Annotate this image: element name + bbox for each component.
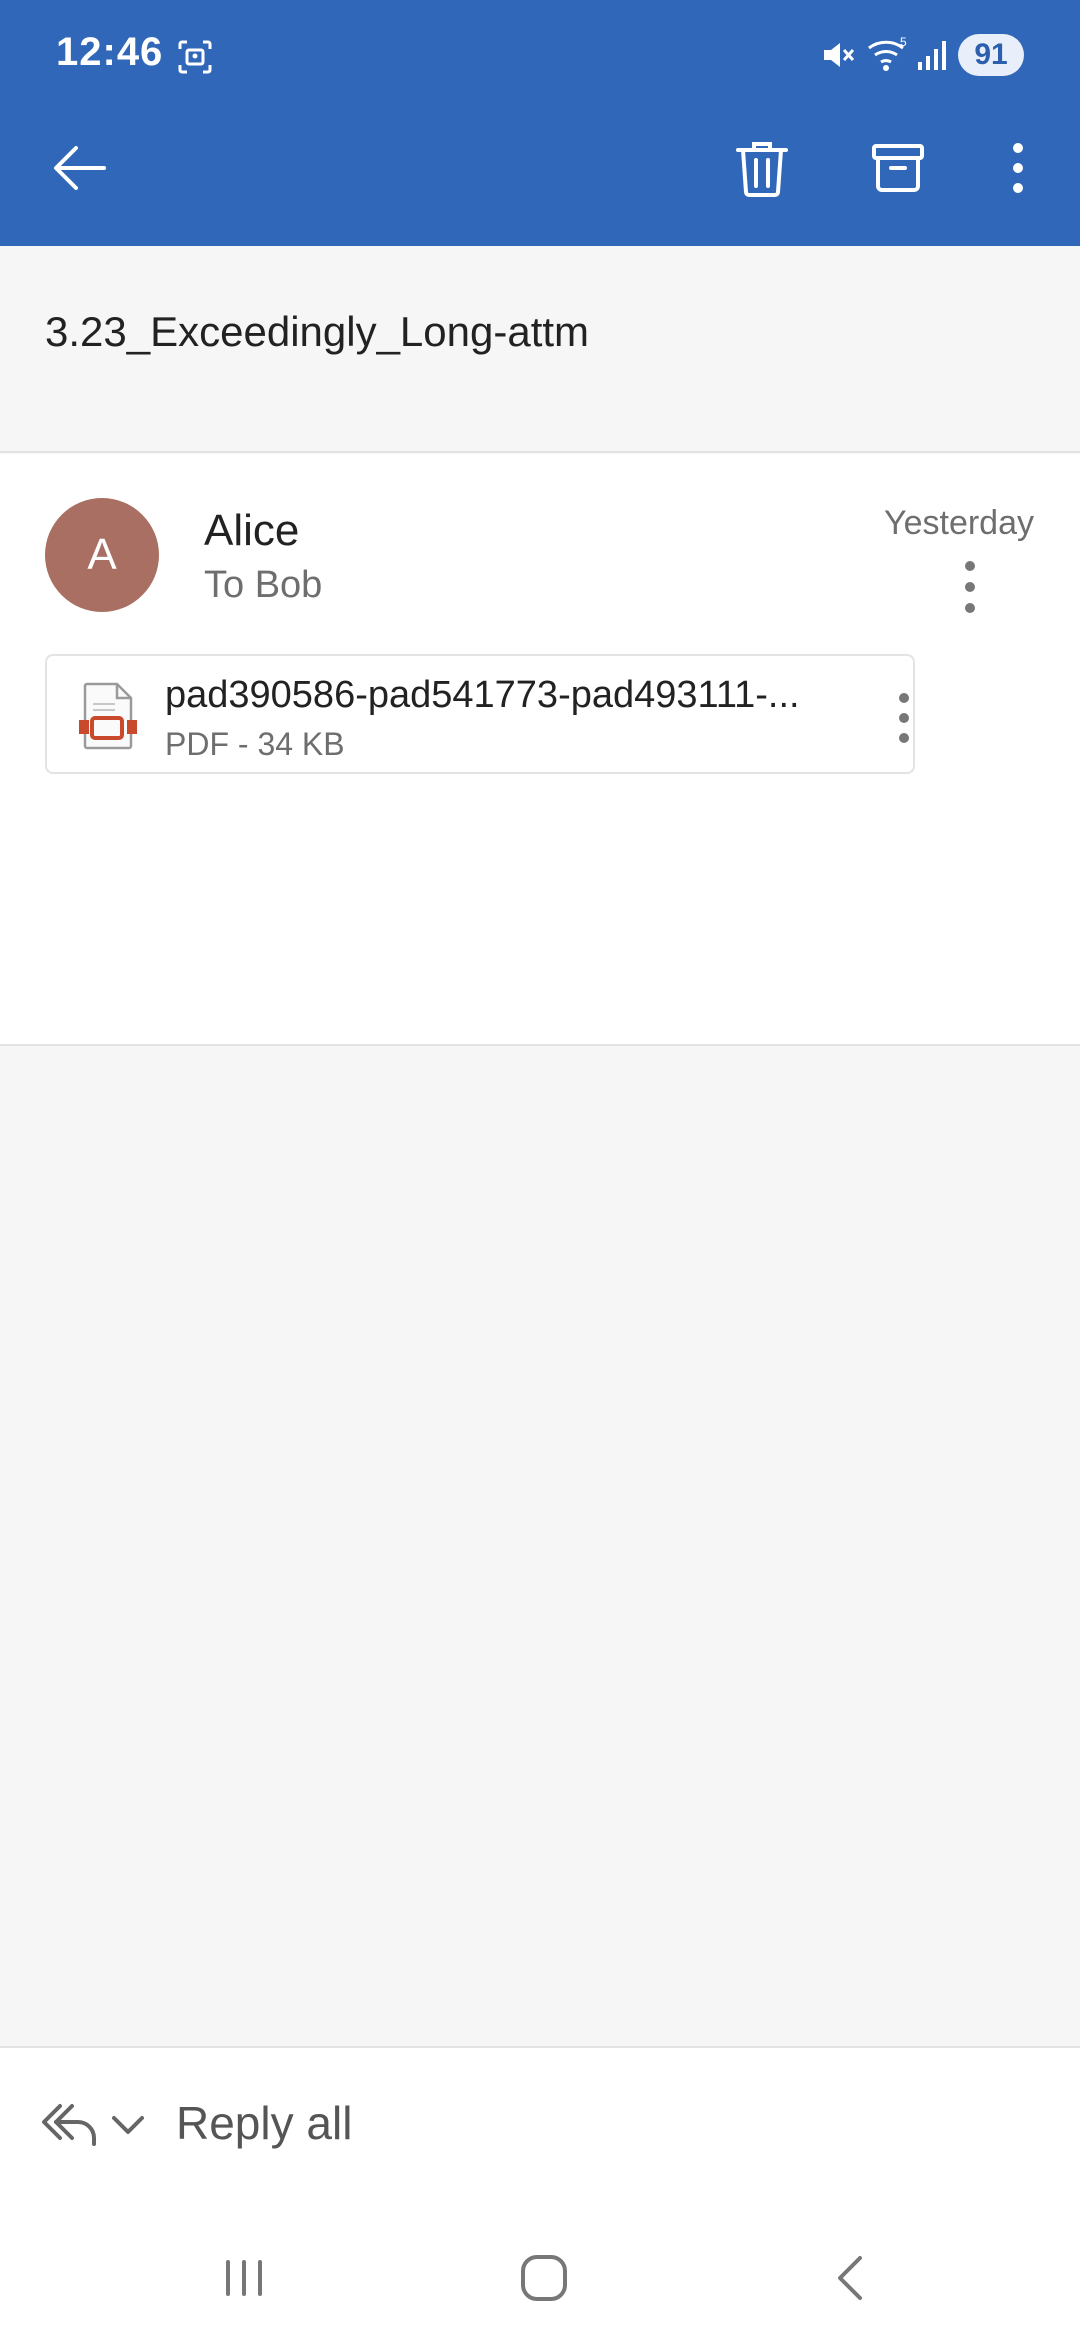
chevron-down-icon[interactable] — [108, 2104, 148, 2144]
app-header: 12:46 5 91 — [0, 0, 1080, 246]
back-arrow-icon — [54, 146, 106, 190]
email-subject: 3.23_Exceedingly_Long-attm — [45, 308, 590, 355]
message-more-button[interactable] — [950, 554, 990, 624]
attachment-meta: PDF - 34 KB — [165, 726, 345, 762]
more-vertical-icon — [1013, 143, 1023, 193]
screenshot-icon — [178, 40, 212, 74]
trash-icon — [736, 142, 788, 197]
pdf-file-icon — [79, 682, 137, 750]
battery-indicator: 91 — [958, 34, 1024, 76]
more-options-button[interactable] — [990, 128, 1046, 208]
message-card: A Alice To Bob Yesterday pad390586-pad54… — [0, 454, 1080, 1046]
wifi-icon: 5 — [868, 35, 907, 71]
recipient-line: To Bob — [204, 564, 323, 606]
attachment-name: pad390586-pad541773-pad493111-... — [165, 674, 800, 716]
system-nav-bar — [0, 2216, 1080, 2340]
subject-header: 3.23_Exceedingly_Long-attm — [0, 246, 1080, 453]
email-screen: 12:46 5 91 3.23_Exceedingly_Long-attm A … — [0, 0, 1080, 2340]
archive-icon — [872, 144, 924, 192]
back-button[interactable] — [40, 128, 120, 208]
delete-button[interactable] — [722, 128, 802, 208]
home-icon[interactable] — [514, 2248, 574, 2308]
sender-name: Alice — [204, 506, 300, 555]
mute-icon — [824, 43, 855, 67]
reply-all-icon[interactable] — [38, 2098, 98, 2148]
attachment-item[interactable]: pad390586-pad541773-pad493111-... PDF - … — [45, 654, 915, 774]
status-time: 12:46 — [56, 30, 164, 74]
archive-button[interactable] — [858, 128, 938, 208]
signal-icon — [918, 41, 946, 70]
svg-text:5: 5 — [900, 35, 907, 49]
message-date: Yesterday — [884, 504, 1034, 542]
attachment-more-button[interactable] — [889, 688, 919, 748]
reply-bar[interactable]: Reply all — [0, 2046, 1080, 2216]
avatar[interactable]: A — [45, 498, 159, 612]
reply-all-button[interactable]: Reply all — [176, 2096, 352, 2150]
nav-back-icon[interactable] — [822, 2248, 882, 2308]
recents-icon[interactable] — [214, 2248, 274, 2308]
